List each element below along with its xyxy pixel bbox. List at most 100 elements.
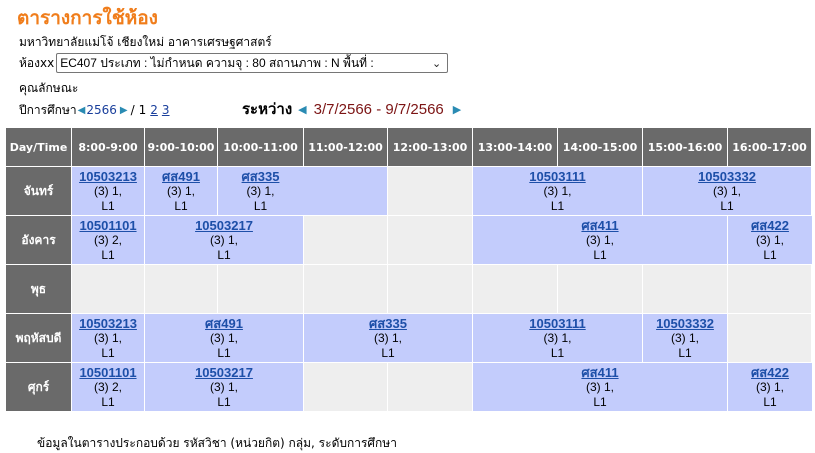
course-code-link[interactable]: ศส411 <box>473 365 727 380</box>
academic-year-row: ปีการศึกษา ◀ 2566 ▶ / 1 2 3 <box>19 102 170 118</box>
class-slot: ศส422 (3) 1, L1 <box>727 215 813 265</box>
time-header: 15:00-16:00 <box>642 127 728 167</box>
empty-slot <box>387 166 473 216</box>
course-info: (3) 1, <box>543 331 572 345</box>
day-label: พฤหัสบดี <box>5 313 72 363</box>
prev-year-icon[interactable]: ◀ <box>78 105 86 116</box>
course-code-link[interactable]: 10503111 <box>473 316 642 331</box>
course-code-link[interactable]: ศส422 <box>728 365 812 380</box>
class-slot: 10503217 (3) 1, L1 <box>144 215 304 265</box>
course-code-link[interactable]: ศส422 <box>728 218 812 233</box>
day-row-wednesday: พุธ <box>5 264 813 314</box>
day-row-tuesday: อังคาร 10501101 (3) 2, L1 10503217 (3) 1… <box>5 215 813 265</box>
schedule-grid: Day/Time 8:00-9:00 9:00-10:00 10:00-11:0… <box>5 127 813 412</box>
course-info: (3) 1, <box>246 184 275 198</box>
time-header: 9:00-10:00 <box>144 127 218 167</box>
course-level: L1 <box>550 346 565 360</box>
class-slot: ศส422 (3) 1, L1 <box>727 362 813 412</box>
class-slot: 10501101 (3) 2, L1 <box>71 215 145 265</box>
page-title: ตารางการใช้ห้อง <box>17 7 158 29</box>
course-code-link[interactable]: 10503217 <box>145 365 303 380</box>
course-code-link[interactable]: ศส335 <box>218 169 303 184</box>
legend-note: ข้อมูลในตารางประกอบด้วย รหัสวิชา (หน่วยก… <box>37 436 397 450</box>
empty-slot <box>642 264 728 314</box>
course-level: L1 <box>217 346 231 360</box>
next-week-icon[interactable]: ▶ <box>453 103 461 116</box>
next-year-icon[interactable]: ▶ <box>120 105 128 116</box>
course-info: (3) 1, <box>209 380 238 394</box>
page-link-2[interactable]: 2 <box>150 103 158 117</box>
empty-slot <box>727 264 812 314</box>
feature-label: คุณลักษณะ <box>19 81 79 95</box>
course-level: L1 <box>217 248 231 262</box>
prev-week-icon[interactable]: ◀ <box>298 103 306 116</box>
course-level: L1 <box>593 248 607 262</box>
time-header-row: Day/Time 8:00-9:00 9:00-10:00 10:00-11:0… <box>5 127 813 167</box>
course-code-link[interactable]: 10501101 <box>72 365 144 380</box>
course-info: (3) 2, <box>93 233 122 247</box>
empty-slot <box>557 264 643 314</box>
course-code-link[interactable]: ศส411 <box>473 218 727 233</box>
course-code-link[interactable]: 10501101 <box>72 218 144 233</box>
class-slot: 10503332 (3) 1, L1 <box>642 313 728 363</box>
year-value: 2566 <box>86 103 117 117</box>
course-level: L1 <box>174 199 188 213</box>
page-link-1[interactable]: 1 <box>139 103 147 117</box>
class-slot: ศส491 (3) 1, L1 <box>144 166 218 216</box>
class-slot: ศส411 (3) 1, L1 <box>472 215 728 265</box>
empty-slot <box>727 313 812 363</box>
course-code-link[interactable]: 10503213 <box>72 169 144 184</box>
year-label: ปีการศึกษา <box>19 102 77 117</box>
course-code-link[interactable]: 10503213 <box>72 316 144 331</box>
schedule-table: Day/Time 8:00-9:00 9:00-10:00 10:00-11:0… <box>5 127 813 412</box>
course-info: (3) 1, <box>755 380 784 394</box>
course-code-link[interactable]: 10503332 <box>643 169 811 184</box>
room-select[interactable]: EC407 ประเภท : ไม่กำหนด ความจุ : 80 สถาน… <box>56 53 449 73</box>
course-info: (3) 1, <box>166 184 195 198</box>
empty-slot <box>71 264 145 314</box>
class-slot: ศส411 (3) 1, L1 <box>472 362 728 412</box>
room-label: ห้องxx <box>19 55 55 70</box>
room-select-value: EC407 ประเภท : ไม่กำหนด ความจุ : 80 สถาน… <box>60 55 374 70</box>
empty-slot <box>303 264 388 314</box>
empty-slot <box>387 215 473 265</box>
course-code-link[interactable]: ศส335 <box>304 316 472 331</box>
time-header: 16:00-17:00 <box>727 127 812 167</box>
course-code-link[interactable]: 10503111 <box>473 169 642 184</box>
empty-slot <box>144 264 218 314</box>
course-info: (3) 1, <box>585 380 614 394</box>
course-code-link[interactable]: ศส491 <box>145 316 303 331</box>
empty-slot <box>387 264 473 314</box>
corner-header: Day/Time <box>5 127 72 167</box>
course-code-link[interactable]: ศส491 <box>145 169 217 184</box>
university-building-label: มหาวิทยาลัยแม่โจ้ เชียงใหม่ อาคารเศรษฐศา… <box>19 35 272 49</box>
class-slot: 10503111 (3) 1, L1 <box>472 166 643 216</box>
date-range: 3/7/2566 - 9/7/2566 <box>313 100 444 118</box>
class-slot: 10503213 (3) 1, L1 <box>71 166 145 216</box>
course-info: (3) 1, <box>373 331 402 345</box>
course-level: L1 <box>253 199 268 213</box>
course-level: L1 <box>763 395 777 409</box>
day-row-friday: ศุกร์ 10501101 (3) 2, L1 10503217 (3) 1,… <box>5 362 813 412</box>
course-code-link[interactable]: 10503332 <box>643 316 727 331</box>
room-selector-row: ห้องxx EC407 ประเภท : ไม่กำหนด ความจุ : … <box>19 53 449 73</box>
chevron-down-icon: ⌄ <box>431 57 442 70</box>
day-label: ศุกร์ <box>5 362 72 412</box>
course-level: L1 <box>101 346 115 360</box>
course-info: (3) 1, <box>93 331 122 345</box>
time-header: 12:00-13:00 <box>387 127 473 167</box>
course-info: (3) 1, <box>543 184 572 198</box>
day-row-monday: จันทร์ 10503213 (3) 1, L1 ศส491 (3) 1, L… <box>5 166 813 216</box>
class-slot: 10503111 (3) 1, L1 <box>472 313 643 363</box>
between-label: ระหว่าง <box>242 100 293 118</box>
empty-slot <box>811 166 813 216</box>
course-level: L1 <box>101 395 115 409</box>
course-code-link[interactable]: 10503217 <box>145 218 303 233</box>
time-header: 10:00-11:00 <box>217 127 304 167</box>
course-info: (3) 2, <box>93 380 122 394</box>
course-level: L1 <box>678 346 692 360</box>
course-info: (3) 1, <box>670 331 699 345</box>
time-header: 14:00-15:00 <box>557 127 643 167</box>
page-separator: / <box>130 103 135 117</box>
page-link-3[interactable]: 3 <box>162 103 170 117</box>
